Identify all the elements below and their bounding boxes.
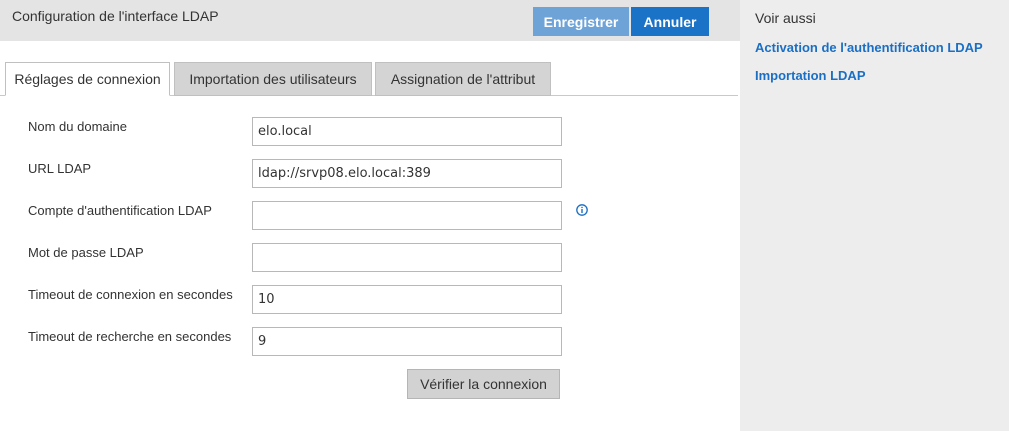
auth-account-input[interactable] xyxy=(252,201,562,230)
tab-user-import[interactable]: Importation des utilisateurs xyxy=(174,62,372,96)
ldap-password-label: Mot de passe LDAP xyxy=(28,245,144,260)
page-title: Configuration de l'interface LDAP xyxy=(12,8,219,24)
save-button[interactable]: Enregistrer xyxy=(533,7,629,36)
tab-label: Assignation de l'attribut xyxy=(390,71,536,87)
connection-timeout-input[interactable] xyxy=(252,285,562,314)
ldap-config-page: Configuration de l'interface LDAP Enregi… xyxy=(0,0,1009,431)
main-panel: Configuration de l'interface LDAP Enregi… xyxy=(0,0,740,431)
sidebar-title: Voir aussi xyxy=(755,10,816,26)
verify-connection-button[interactable]: Vérifier la connexion xyxy=(407,369,560,399)
link-ldap-import[interactable]: Importation LDAP xyxy=(755,68,866,83)
tab-attribute-mapping[interactable]: Assignation de l'attribut xyxy=(375,62,551,96)
tab-label: Réglages de connexion xyxy=(14,71,161,87)
see-also-sidebar: Voir aussi Activation de l'authentificat… xyxy=(740,0,1009,431)
search-timeout-input[interactable] xyxy=(252,327,562,356)
info-circle-icon[interactable] xyxy=(576,204,588,216)
auth-account-label: Compte d'authentification LDAP xyxy=(28,203,212,218)
search-timeout-label: Timeout de recherche en secondes xyxy=(28,329,232,344)
connection-timeout-label: Timeout de connexion en secondes xyxy=(28,287,233,302)
ldap-url-label: URL LDAP xyxy=(28,161,92,176)
domain-name-label: Nom du domaine xyxy=(28,119,127,134)
tab-connection-settings[interactable]: Réglages de connexion xyxy=(5,62,170,96)
ldap-password-input[interactable] xyxy=(252,243,562,272)
domain-name-input[interactable] xyxy=(252,117,562,146)
link-ldap-authentication[interactable]: Activation de l'authentification LDAP xyxy=(755,40,983,55)
header-bar: Configuration de l'interface LDAP Enregi… xyxy=(0,0,740,41)
tab-label: Importation des utilisateurs xyxy=(189,71,357,87)
cancel-button[interactable]: Annuler xyxy=(631,7,709,36)
ldap-url-input[interactable] xyxy=(252,159,562,188)
